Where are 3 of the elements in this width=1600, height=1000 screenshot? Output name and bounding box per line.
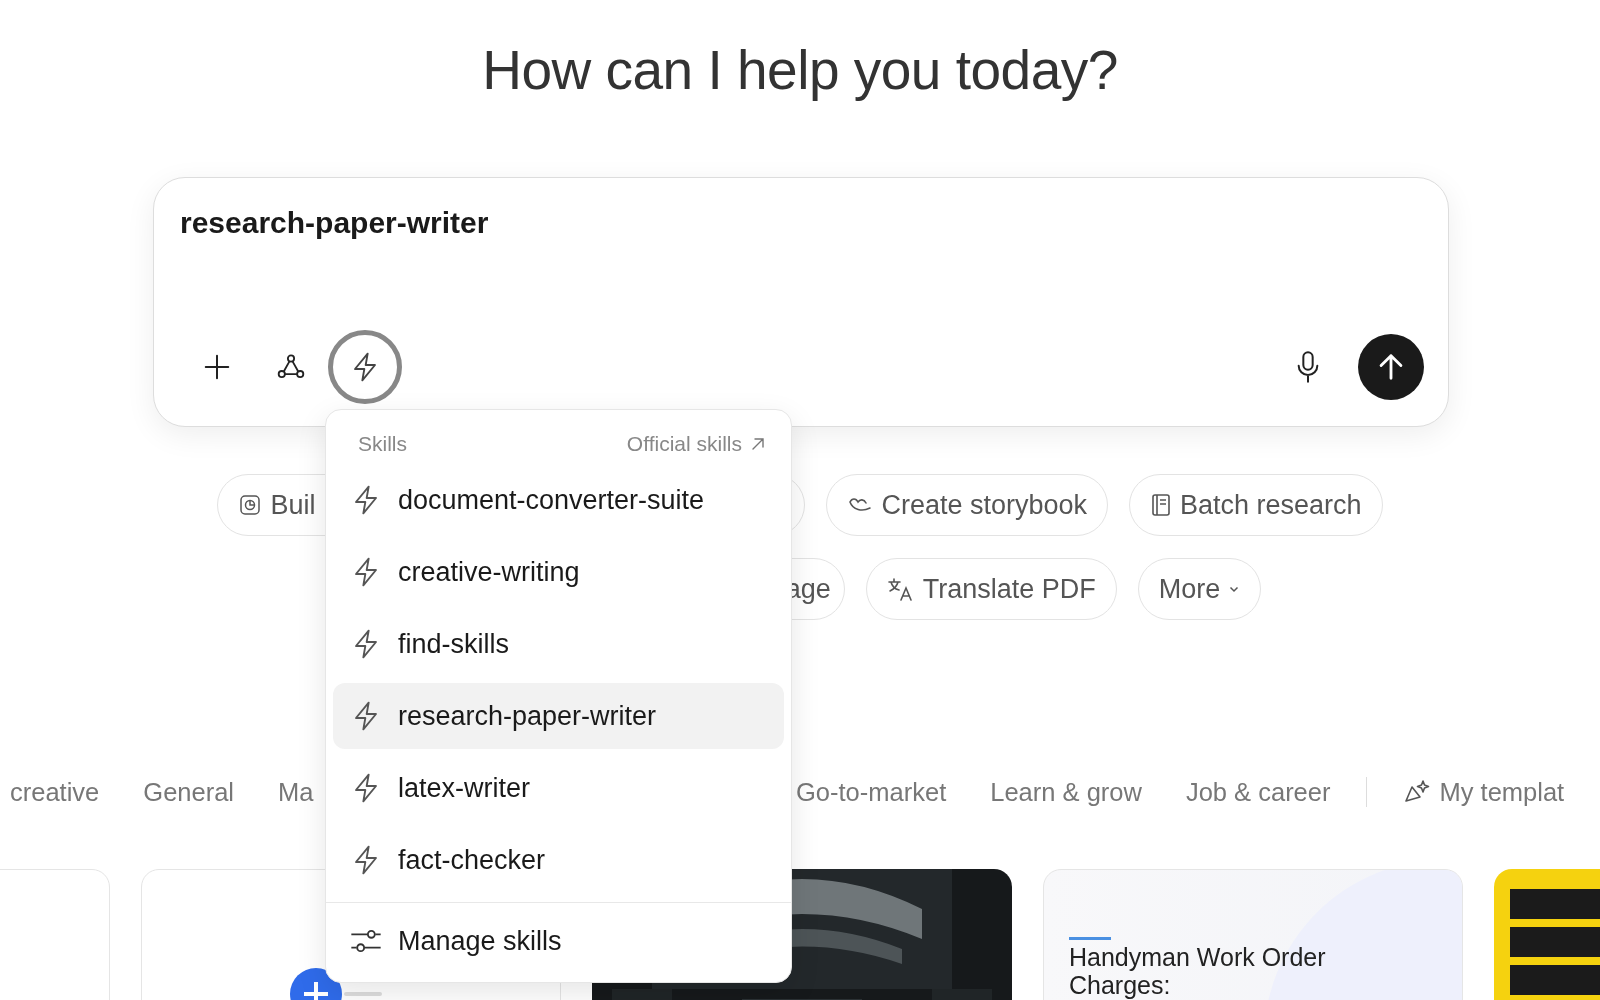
document-title: Handyman Work Order Charges: bbox=[1069, 944, 1327, 999]
menu-title: Skills bbox=[358, 432, 407, 456]
page-heading: How can I help you today? bbox=[482, 38, 1118, 102]
